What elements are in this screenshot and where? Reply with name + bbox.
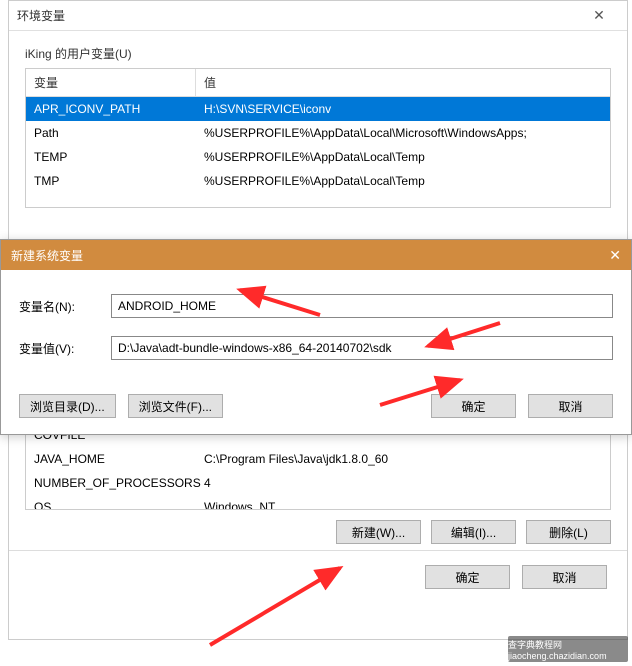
browse-file-button[interactable]: 浏览文件(F)... <box>128 394 223 418</box>
user-vars-label: iKing 的用户变量(U) <box>9 31 627 68</box>
edit-button[interactable]: 编辑(I)... <box>431 520 516 544</box>
user-vars-grid: 变量 值 APR_ICONV_PATH H:\SVN\SERVICE\iconv… <box>25 68 611 208</box>
table-row[interactable]: NUMBER_OF_PROCESSORS 4 <box>26 471 610 495</box>
cancel-button[interactable]: 取消 <box>528 394 613 418</box>
new-system-variable-dialog: 新建系统变量 ✕ 变量名(N): 变量值(V): 浏览目录(D)... 浏览文件… <box>0 239 632 435</box>
titlebar: 环境变量 ✕ <box>9 1 627 31</box>
dialog-footer: 确定 取消 <box>9 550 627 603</box>
table-row[interactable]: TMP %USERPROFILE%\AppData\Local\Temp <box>26 169 610 193</box>
variable-name-input[interactable] <box>111 294 613 318</box>
browse-dir-button[interactable]: 浏览目录(D)... <box>19 394 116 418</box>
titlebar: 新建系统变量 ✕ <box>1 240 631 270</box>
variable-value-input[interactable] <box>111 336 613 360</box>
new-button[interactable]: 新建(W)... <box>336 520 421 544</box>
variable-value-label: 变量值(V): <box>19 340 111 357</box>
system-vars-buttons: 新建(W)... 编辑(I)... 删除(L) <box>9 510 627 550</box>
col-variable[interactable]: 变量 <box>26 69 196 96</box>
dialog-title: 环境变量 <box>17 7 579 24</box>
col-value[interactable]: 值 <box>196 69 610 96</box>
ok-button[interactable]: 确定 <box>425 565 510 589</box>
table-row[interactable]: Path %USERPROFILE%\AppData\Local\Microso… <box>26 121 610 145</box>
table-row[interactable]: TEMP %USERPROFILE%\AppData\Local\Temp <box>26 145 610 169</box>
watermark: 查字典教程网 jiaocheng.chazidian.com <box>508 636 628 662</box>
variable-name-label: 变量名(N): <box>19 298 111 315</box>
close-icon[interactable]: ✕ <box>609 247 621 264</box>
new-var-buttons: 浏览目录(D)... 浏览文件(F)... 确定 取消 <box>1 388 631 434</box>
cancel-button[interactable]: 取消 <box>522 565 607 589</box>
dialog-title: 新建系统变量 <box>11 247 609 264</box>
table-row[interactable]: APR_ICONV_PATH H:\SVN\SERVICE\iconv <box>26 97 610 121</box>
close-icon[interactable]: ✕ <box>579 1 619 31</box>
delete-button[interactable]: 删除(L) <box>526 520 611 544</box>
ok-button[interactable]: 确定 <box>431 394 516 418</box>
grid-header: 变量 值 <box>26 69 610 97</box>
table-row[interactable]: OS Windows_NT <box>26 495 610 509</box>
table-row[interactable]: JAVA_HOME C:\Program Files\Java\jdk1.8.0… <box>26 447 610 471</box>
